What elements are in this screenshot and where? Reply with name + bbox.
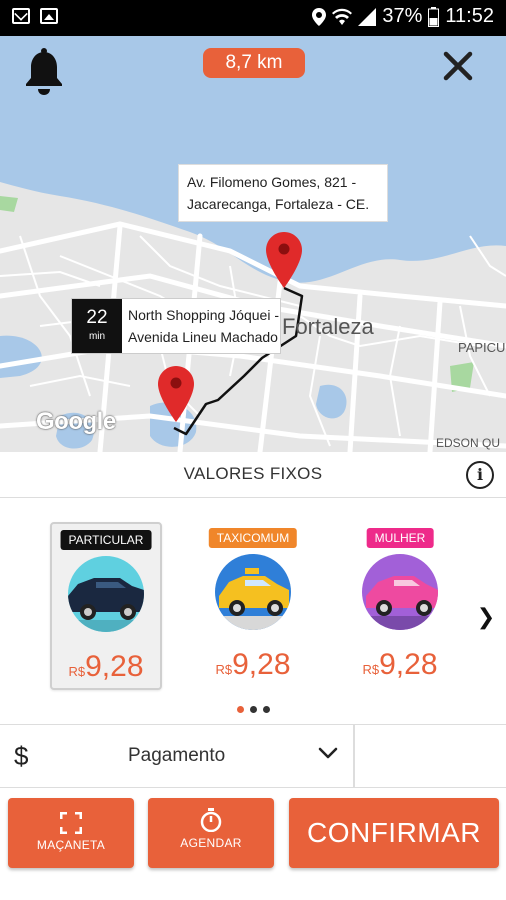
bell-icon[interactable] [24, 48, 64, 96]
image-icon [40, 8, 58, 24]
carousel-dot-active[interactable] [236, 706, 244, 713]
option-tag: MULHER [366, 528, 434, 548]
price-currency: R$ [362, 662, 380, 677]
confirm-label: CONFIRMAR [306, 817, 482, 848]
price-value: 9,28 [85, 650, 144, 683]
origin-callout: 22 min North Shopping Jóquei - Avenida L… [71, 298, 281, 354]
map-background [0, 36, 506, 452]
door-handle-button[interactable]: MAÇANETA [8, 798, 134, 868]
map-view[interactable]: 8,7 km Av. Filomeno Gomes, 821 - Jacarec… [0, 36, 506, 452]
option-price: R$9,28 [197, 648, 309, 682]
battery-icon [428, 6, 440, 27]
eta-badge: 22 min [72, 299, 122, 353]
city-label: Fortaleza [282, 314, 374, 339]
origin-address-line2: Avenida Lineu Machado - [128, 329, 280, 345]
option-mulher[interactable]: MULHER R$9,28 [344, 522, 456, 690]
neighborhood-label-edson: EDSON QU [436, 436, 501, 450]
distance-badge: 8,7 km [203, 48, 305, 78]
status-bar-notifications [12, 8, 58, 24]
google-attribution: Google [36, 408, 116, 435]
option-particular[interactable]: PARTICULAR R$9,28 [50, 522, 162, 690]
chevron-right-icon[interactable]: ❯ [476, 606, 496, 630]
dollar-icon: $ [14, 741, 29, 771]
clock: 11:52 [445, 5, 494, 27]
status-bar: 37% 11:52 [0, 0, 506, 36]
schedule-button[interactable]: AGENDAR [148, 798, 274, 868]
price-currency: R$ [68, 664, 86, 679]
option-tag: TAXICOMUM [208, 528, 298, 548]
scan-frame-icon [60, 812, 82, 834]
confirm-button[interactable]: CONFIRMAR [289, 798, 499, 868]
price-value: 9,28 [379, 648, 438, 681]
destination-address: Av. Filomeno Gomes, 821 - Jacarecanga, F… [187, 174, 370, 212]
payment-selector[interactable]: $ Pagamento [0, 724, 506, 788]
destination-callout: Av. Filomeno Gomes, 821 - Jacarecanga, F… [178, 164, 388, 222]
eta-value: 22 [86, 307, 108, 328]
stopwatch-icon [200, 808, 222, 832]
fixed-prices-header: VALORES FIXOS i [0, 452, 506, 498]
price-value: 9,28 [232, 648, 291, 681]
option-price: R$9,28 [52, 650, 160, 684]
location-icon [312, 7, 327, 26]
payment-divider [353, 725, 355, 787]
door-handle-label: MAÇANETA [36, 838, 106, 852]
wifi-icon [332, 8, 353, 25]
info-icon[interactable]: i [466, 461, 494, 489]
close-icon[interactable] [438, 46, 478, 86]
battery-percent: 37% [382, 5, 423, 27]
option-tag: PARTICULAR [60, 530, 152, 550]
option-taxicomum[interactable]: TAXICOMUM R$9,28 [197, 522, 309, 690]
option-price: R$9,28 [344, 648, 456, 682]
carousel-indicator [0, 706, 506, 713]
eta-unit: min [88, 331, 106, 342]
schedule-label: AGENDAR [180, 836, 242, 850]
origin-address: North Shopping Jóquei - Avenida Lineu Ma… [122, 299, 280, 353]
origin-address-line1: North Shopping Jóquei - [128, 307, 279, 323]
mail-icon [12, 8, 30, 24]
carousel-dot[interactable] [249, 706, 257, 713]
neighborhood-label-papicu: PAPICU [458, 340, 506, 355]
ride-options-carousel[interactable]: PARTICULAR R$9,28 TAXICOMUM R$9,28 MULHE… [0, 498, 506, 723]
payment-label: Pagamento [128, 745, 226, 766]
chevron-down-icon[interactable] [318, 747, 338, 761]
status-bar-system: 37% 11:52 [312, 5, 494, 28]
fixed-prices-title: VALORES FIXOS [183, 464, 323, 483]
dark-car-icon [68, 556, 144, 632]
carousel-dot[interactable] [262, 706, 270, 713]
signal-icon [358, 7, 377, 26]
yellow-taxi-icon [215, 554, 291, 630]
price-currency: R$ [215, 662, 233, 677]
pink-car-icon [362, 554, 438, 630]
